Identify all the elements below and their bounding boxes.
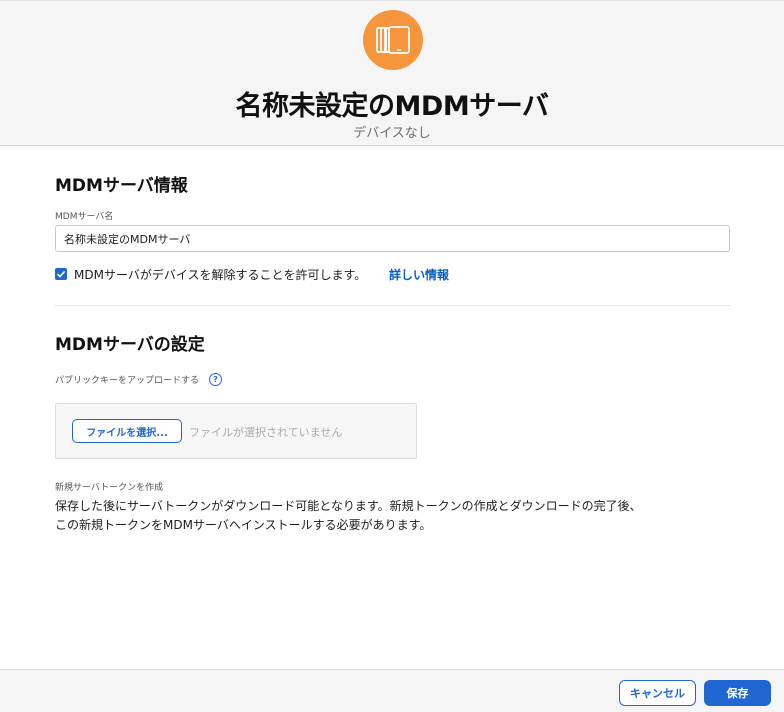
- page-title: 名称未設定のMDMサーバ: [235, 91, 549, 122]
- checkmark-icon: [56, 270, 66, 278]
- allow-release-checkbox[interactable]: [55, 268, 67, 280]
- cancel-button[interactable]: キャンセル: [619, 680, 696, 706]
- section-divider: [55, 305, 730, 306]
- save-button[interactable]: 保存: [704, 680, 771, 706]
- server-name-label: MDMサーバ名: [55, 212, 114, 222]
- learn-more-link[interactable]: 詳しい情報: [389, 266, 449, 283]
- mdm-server-page: 名称未設定のMDMサーバ デバイスなし MDMサーバ情報 MDMサーバ名 MDM…: [0, 0, 784, 712]
- settings-section-title: MDMサーバの設定: [55, 335, 205, 355]
- page-header: 名称未設定のMDMサーバ デバイスなし: [0, 0, 784, 146]
- info-section-title: MDMサーバ情報: [55, 176, 188, 196]
- server-name-input[interactable]: [55, 225, 730, 252]
- upload-label-row: パブリックキーをアップロードする ?: [55, 369, 223, 386]
- help-icon[interactable]: ?: [209, 373, 223, 386]
- upload-key-label: パブリックキーをアップロードする: [55, 376, 200, 386]
- ipad-stack-icon: [363, 10, 423, 70]
- allow-release-label: MDMサーバがデバイスを解除することを許可します。: [74, 268, 367, 282]
- no-file-selected-text: ファイルが選択されていません: [189, 426, 343, 439]
- new-token-label: 新規サーバトークンを作成: [55, 483, 164, 493]
- choose-file-button[interactable]: ファイルを選択...: [72, 419, 182, 443]
- file-upload-box: ファイルを選択... ファイルが選択されていません: [55, 403, 417, 459]
- token-description: 保存した後にサーバトークンがダウンロード可能となります。新規トークンの作成とダウ…: [55, 499, 642, 532]
- footer-bar: キャンセル 保存: [0, 669, 784, 712]
- device-count-subtitle: デバイスなし: [353, 126, 431, 141]
